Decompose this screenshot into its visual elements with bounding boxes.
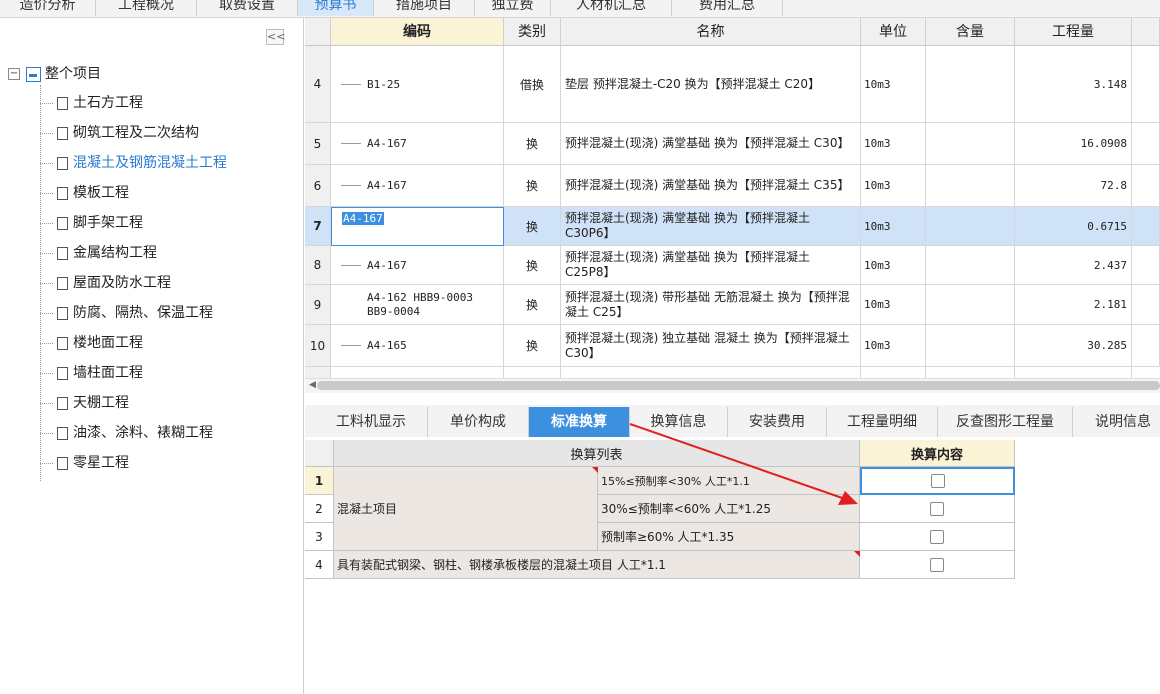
annotation-arrow-icon xyxy=(629,423,858,505)
